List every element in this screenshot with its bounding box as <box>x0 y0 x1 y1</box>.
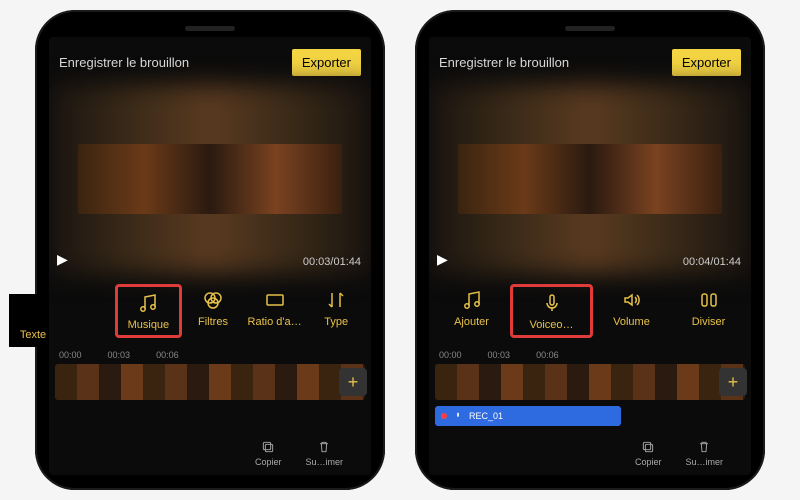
tool-label: Voiceo… <box>529 319 573 331</box>
microphone-icon <box>540 291 564 315</box>
copy-button[interactable]: Copier <box>255 439 282 469</box>
video-track[interactable]: + <box>435 364 745 400</box>
save-draft-button[interactable]: Enregistrer le brouillon <box>59 55 189 70</box>
delete-button[interactable]: Su…imer <box>685 439 723 469</box>
music-add-icon <box>460 288 484 312</box>
split-icon <box>697 288 721 312</box>
export-button[interactable]: Exporter <box>672 49 741 76</box>
topbar: Enregistrer le brouillon Exporter <box>429 37 751 84</box>
phone-speaker <box>565 26 615 31</box>
sort-icon <box>324 288 348 312</box>
tool-label: Texte <box>20 329 46 341</box>
tool-label: Diviser <box>692 316 726 328</box>
video-thumbnail <box>78 144 342 214</box>
text-icon <box>22 300 44 325</box>
music-icon <box>136 291 160 315</box>
tool-filtres[interactable]: Filtres <box>182 284 244 338</box>
export-button[interactable]: Exporter <box>292 49 361 76</box>
audio-track[interactable]: REC_01 <box>435 406 621 426</box>
tool-voiceover[interactable]: Voiceo… <box>510 284 593 338</box>
tool-musique[interactable]: Musique <box>115 284 183 338</box>
editor-screen-left: Enregistrer le brouillon Exporter ▶ 00:0… <box>49 37 371 475</box>
filters-icon <box>201 288 225 312</box>
tool-label: Musique <box>128 319 170 331</box>
add-clip-button[interactable]: + <box>719 368 747 396</box>
tool-label: Filtres <box>198 316 228 328</box>
tool-type[interactable]: Type <box>305 284 367 338</box>
aspect-ratio-icon <box>263 288 287 312</box>
volume-icon <box>620 288 644 312</box>
audio-clip-label: REC_01 <box>469 411 503 421</box>
save-draft-button[interactable]: Enregistrer le brouillon <box>439 55 569 70</box>
tool-diviser[interactable]: Diviser <box>670 284 747 338</box>
phone-right: Enregistrer le brouillon Exporter ▶ 00:0… <box>415 10 765 490</box>
play-icon[interactable]: ▶ <box>57 251 68 268</box>
play-icon[interactable]: ▶ <box>437 251 448 268</box>
editor-toolbar: Ajouter Voiceo… Volume Diviser <box>429 274 751 344</box>
video-track[interactable]: + <box>55 364 365 400</box>
editor-screen-right: Enregistrer le brouillon Exporter ▶ 00:0… <box>429 37 751 475</box>
timeline[interactable]: 00:00 00:03 00:06 + REC_01 <box>429 350 751 426</box>
timeline-ruler: 00:00 00:03 00:06 <box>435 350 745 360</box>
copy-button[interactable]: Copier <box>635 439 662 469</box>
bottom-bar: Copier Su…imer <box>49 433 371 475</box>
tool-label: Volume <box>613 316 650 328</box>
video-preview[interactable]: ▶ 00:03/01:44 <box>49 84 371 274</box>
timeline[interactable]: 00:00 00:03 00:06 + <box>49 350 371 400</box>
tool-label: Ratio d'a… <box>248 316 302 328</box>
bottom-bar: Copier Su…imer <box>429 433 751 475</box>
tool-ratio[interactable]: Ratio d'a… <box>244 284 306 338</box>
delete-button[interactable]: Su…imer <box>305 439 343 469</box>
microphone-icon <box>453 411 463 421</box>
video-thumbnail <box>458 144 722 214</box>
tool-label: Type <box>324 316 348 328</box>
editor-toolbar: Musique Filtres Ratio d'a… Type <box>49 274 371 344</box>
phone-speaker <box>185 26 235 31</box>
tool-volume[interactable]: Volume <box>593 284 670 338</box>
phone-left: Texte Enregistrer le brouillon Exporter … <box>35 10 385 490</box>
video-preview[interactable]: ▶ 00:04/01:44 <box>429 84 751 274</box>
add-clip-button[interactable]: + <box>339 368 367 396</box>
timecode: 00:04/01:44 <box>683 256 741 268</box>
tool-label: Ajouter <box>454 316 489 328</box>
record-dot-icon <box>441 413 447 419</box>
timecode: 00:03/01:44 <box>303 256 361 268</box>
tool-ajouter[interactable]: Ajouter <box>433 284 510 338</box>
timeline-ruler: 00:00 00:03 00:06 <box>55 350 365 360</box>
topbar: Enregistrer le brouillon Exporter <box>49 37 371 84</box>
